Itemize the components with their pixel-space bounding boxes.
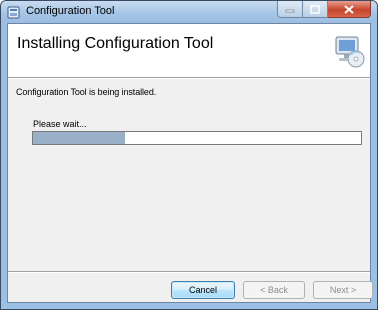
caption-buttons [277, 1, 371, 19]
wait-label: Please wait... [33, 119, 87, 129]
button-separator-highlight [8, 272, 370, 273]
minimize-button[interactable] [277, 1, 303, 18]
computer-disc-icon [335, 36, 365, 68]
page-heading: Installing Configuration Tool [17, 35, 214, 52]
cancel-button[interactable]: Cancel [171, 281, 235, 299]
close-button[interactable] [328, 1, 371, 18]
maximize-button[interactable] [303, 1, 328, 18]
progress-fill [33, 132, 125, 144]
status-message: Configuration Tool is being installed. [16, 87, 157, 97]
window-title: Configuration Tool [26, 5, 115, 17]
maximize-icon [310, 4, 320, 14]
close-icon [344, 4, 354, 14]
installer-icon [7, 6, 20, 19]
title-bar[interactable]: Configuration Tool [1, 1, 377, 23]
minimize-icon [285, 9, 295, 13]
installer-window: Configuration Tool Installing Configurat… [0, 0, 378, 310]
back-button[interactable]: < Back [243, 281, 305, 299]
header-banner: Installing Configuration Tool [8, 24, 370, 78]
banner-divider [8, 78, 370, 79]
install-progress-bar [32, 131, 362, 145]
installer-body: Installing Configuration Tool Configurat… [7, 23, 373, 303]
next-button[interactable]: Next > [313, 281, 373, 299]
